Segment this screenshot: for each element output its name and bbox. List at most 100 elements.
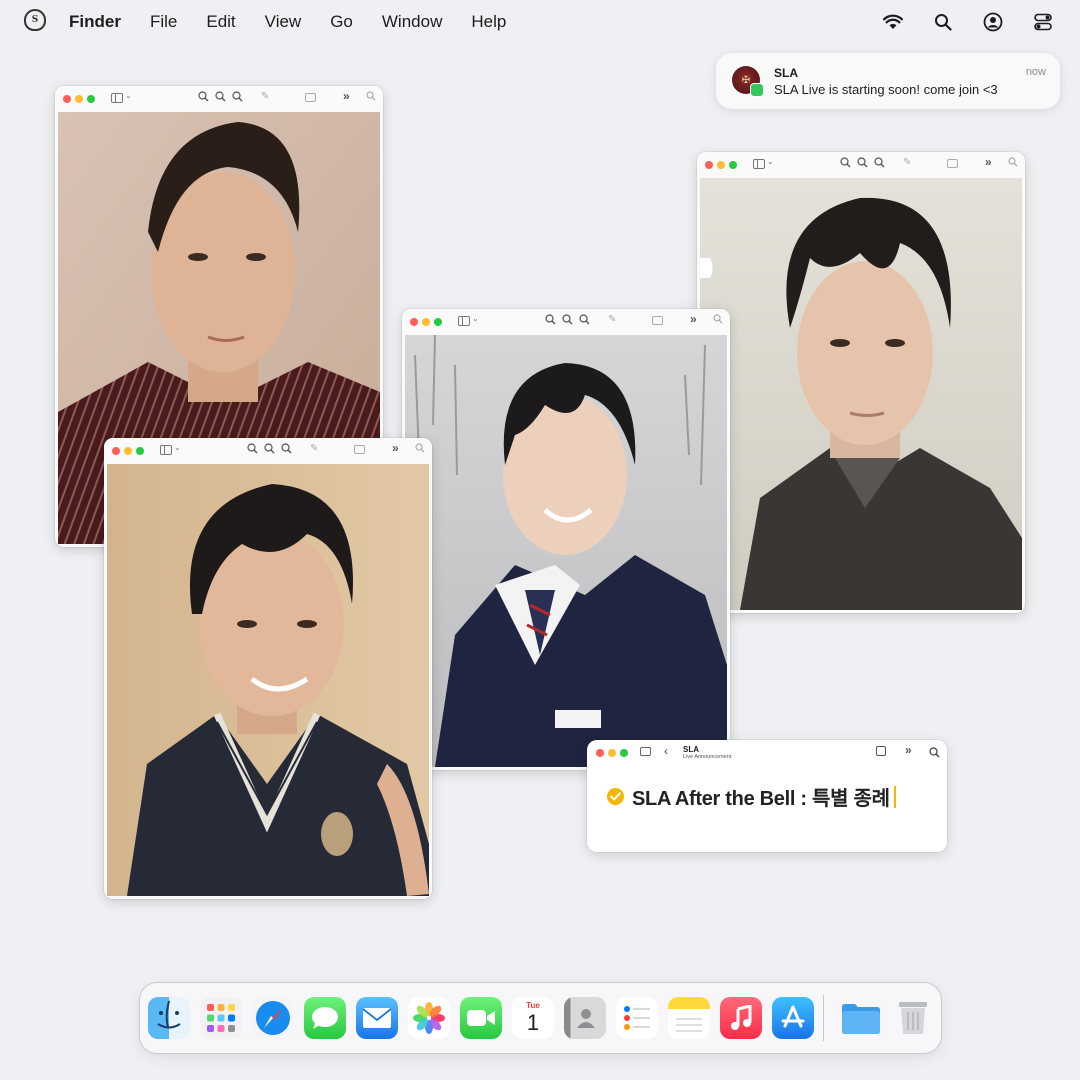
notes-body[interactable]: SLA After the Bell : 특별 종례 xyxy=(607,782,896,811)
zoom-out-icon[interactable] xyxy=(544,313,556,325)
control-center-icon[interactable] xyxy=(1032,11,1054,33)
notification-banner[interactable]: ✠ SLA SLA Live is starting soon! come jo… xyxy=(716,53,1060,109)
zoom-fit-icon[interactable] xyxy=(873,156,885,168)
sidebar-toggle-icon[interactable] xyxy=(458,316,470,326)
zoom-in-icon[interactable] xyxy=(214,90,226,102)
zoom-fit-icon[interactable] xyxy=(578,313,590,325)
sidebar-toggle-icon[interactable] xyxy=(753,159,765,169)
close-button[interactable] xyxy=(63,95,71,103)
sidebar-toggle-icon[interactable] xyxy=(111,93,123,103)
notes-window[interactable]: ‹ SLA Live Announcement » SLA After the … xyxy=(587,740,947,852)
more-chevrons-icon[interactable]: » xyxy=(985,155,992,169)
close-button[interactable] xyxy=(596,749,604,757)
window-toolbar: ⌄ ✎ » xyxy=(104,438,432,464)
search-icon[interactable] xyxy=(365,90,377,102)
zoom-button[interactable] xyxy=(434,318,442,326)
messages-icon[interactable] xyxy=(304,997,346,1039)
preview-window-2[interactable]: ⌄ ✎ » xyxy=(697,152,1025,613)
more-chevrons-icon[interactable]: » xyxy=(690,312,697,326)
zoom-button[interactable] xyxy=(136,447,144,455)
compose-icon[interactable] xyxy=(876,746,886,756)
zoom-out-icon[interactable] xyxy=(839,156,851,168)
zoom-fit-icon[interactable] xyxy=(231,90,243,102)
menu-edit[interactable]: Edit xyxy=(206,12,235,32)
zoom-fit-icon[interactable] xyxy=(280,442,292,454)
zoom-in-icon[interactable] xyxy=(856,156,868,168)
reminders-icon[interactable] xyxy=(616,997,658,1039)
crop-icon[interactable] xyxy=(354,445,365,454)
close-button[interactable] xyxy=(112,447,120,455)
menu-go[interactable]: Go xyxy=(330,12,353,32)
zoom-button[interactable] xyxy=(87,95,95,103)
search-icon[interactable] xyxy=(712,313,724,325)
wifi-icon[interactable] xyxy=(882,11,904,33)
safari-icon[interactable] xyxy=(252,997,294,1039)
more-chevrons-icon[interactable]: » xyxy=(392,441,399,455)
markup-pen-icon[interactable]: ✎ xyxy=(310,443,318,454)
chevron-down-icon[interactable]: ⌄ xyxy=(174,443,181,452)
photos-icon[interactable] xyxy=(408,997,450,1039)
contacts-icon[interactable] xyxy=(564,997,606,1039)
photo-student-dark-coat xyxy=(700,178,1022,610)
school-crest-icon[interactable]: S xyxy=(24,9,46,31)
chevron-down-icon[interactable]: ⌄ xyxy=(472,314,479,323)
menu-help[interactable]: Help xyxy=(471,12,506,32)
markup-pen-icon[interactable]: ✎ xyxy=(903,157,911,168)
zoom-out-icon[interactable] xyxy=(246,442,258,454)
notes-icon[interactable] xyxy=(668,997,710,1039)
traffic-lights xyxy=(705,161,737,169)
app-store-icon[interactable] xyxy=(772,997,814,1039)
notes-text[interactable]: SLA After the Bell : 특별 종례 xyxy=(632,782,890,811)
chevron-left-icon[interactable]: ‹ xyxy=(664,744,668,758)
calendar-day: 1 xyxy=(526,1010,540,1035)
minimize-button[interactable] xyxy=(608,749,616,757)
crop-icon[interactable] xyxy=(305,93,316,102)
sidebar-toggle-icon[interactable] xyxy=(160,445,172,455)
search-icon[interactable] xyxy=(929,745,941,758)
minimize-button[interactable] xyxy=(717,161,725,169)
chevron-down-icon[interactable]: ⌄ xyxy=(767,157,774,166)
close-button[interactable] xyxy=(410,318,418,326)
calendar-icon[interactable]: Tue 1 xyxy=(512,997,554,1039)
notes-account-subtitle: Live Announcement xyxy=(683,754,732,760)
preview-window-3[interactable]: ⌄ ✎ » xyxy=(402,309,730,770)
more-chevrons-icon[interactable]: » xyxy=(343,89,350,103)
notification-time: now xyxy=(1025,66,1046,78)
crop-icon[interactable] xyxy=(947,159,958,168)
crop-icon[interactable] xyxy=(652,316,663,325)
zoom-in-icon[interactable] xyxy=(561,313,573,325)
markup-pen-icon[interactable]: ✎ xyxy=(608,314,616,325)
menu-app-name[interactable]: Finder xyxy=(69,12,121,32)
search-icon[interactable] xyxy=(1007,156,1019,168)
photo-student-knit-vest xyxy=(107,464,429,896)
menu-view[interactable]: View xyxy=(265,12,302,32)
user-account-icon[interactable] xyxy=(982,11,1004,33)
search-icon[interactable] xyxy=(932,11,954,33)
chevron-down-icon[interactable]: ⌄ xyxy=(125,91,132,100)
folder-icon[interactable] xyxy=(840,997,882,1039)
close-button[interactable] xyxy=(705,161,713,169)
sidebar-toggle-icon[interactable] xyxy=(640,747,651,756)
facetime-icon[interactable] xyxy=(460,997,502,1039)
search-icon[interactable] xyxy=(414,442,426,454)
menu-file[interactable]: File xyxy=(150,12,177,32)
messages-icon xyxy=(750,83,764,97)
minimize-button[interactable] xyxy=(124,447,132,455)
minimize-button[interactable] xyxy=(422,318,430,326)
mail-icon[interactable] xyxy=(356,997,398,1039)
zoom-out-icon[interactable] xyxy=(197,90,209,102)
zoom-button[interactable] xyxy=(620,749,628,757)
markup-pen-icon[interactable]: ✎ xyxy=(261,91,269,102)
menu-window[interactable]: Window xyxy=(382,12,442,32)
checkmark-icon[interactable] xyxy=(607,788,624,805)
music-icon[interactable] xyxy=(720,997,762,1039)
minimize-button[interactable] xyxy=(75,95,83,103)
traffic-lights xyxy=(596,749,628,757)
launchpad-icon[interactable] xyxy=(200,997,242,1039)
more-chevrons-icon[interactable]: » xyxy=(905,743,912,757)
zoom-in-icon[interactable] xyxy=(263,442,275,454)
finder-icon[interactable] xyxy=(148,997,190,1039)
preview-window-4[interactable]: ⌄ ✎ » xyxy=(104,438,432,899)
zoom-button[interactable] xyxy=(729,161,737,169)
trash-icon[interactable] xyxy=(892,997,934,1039)
